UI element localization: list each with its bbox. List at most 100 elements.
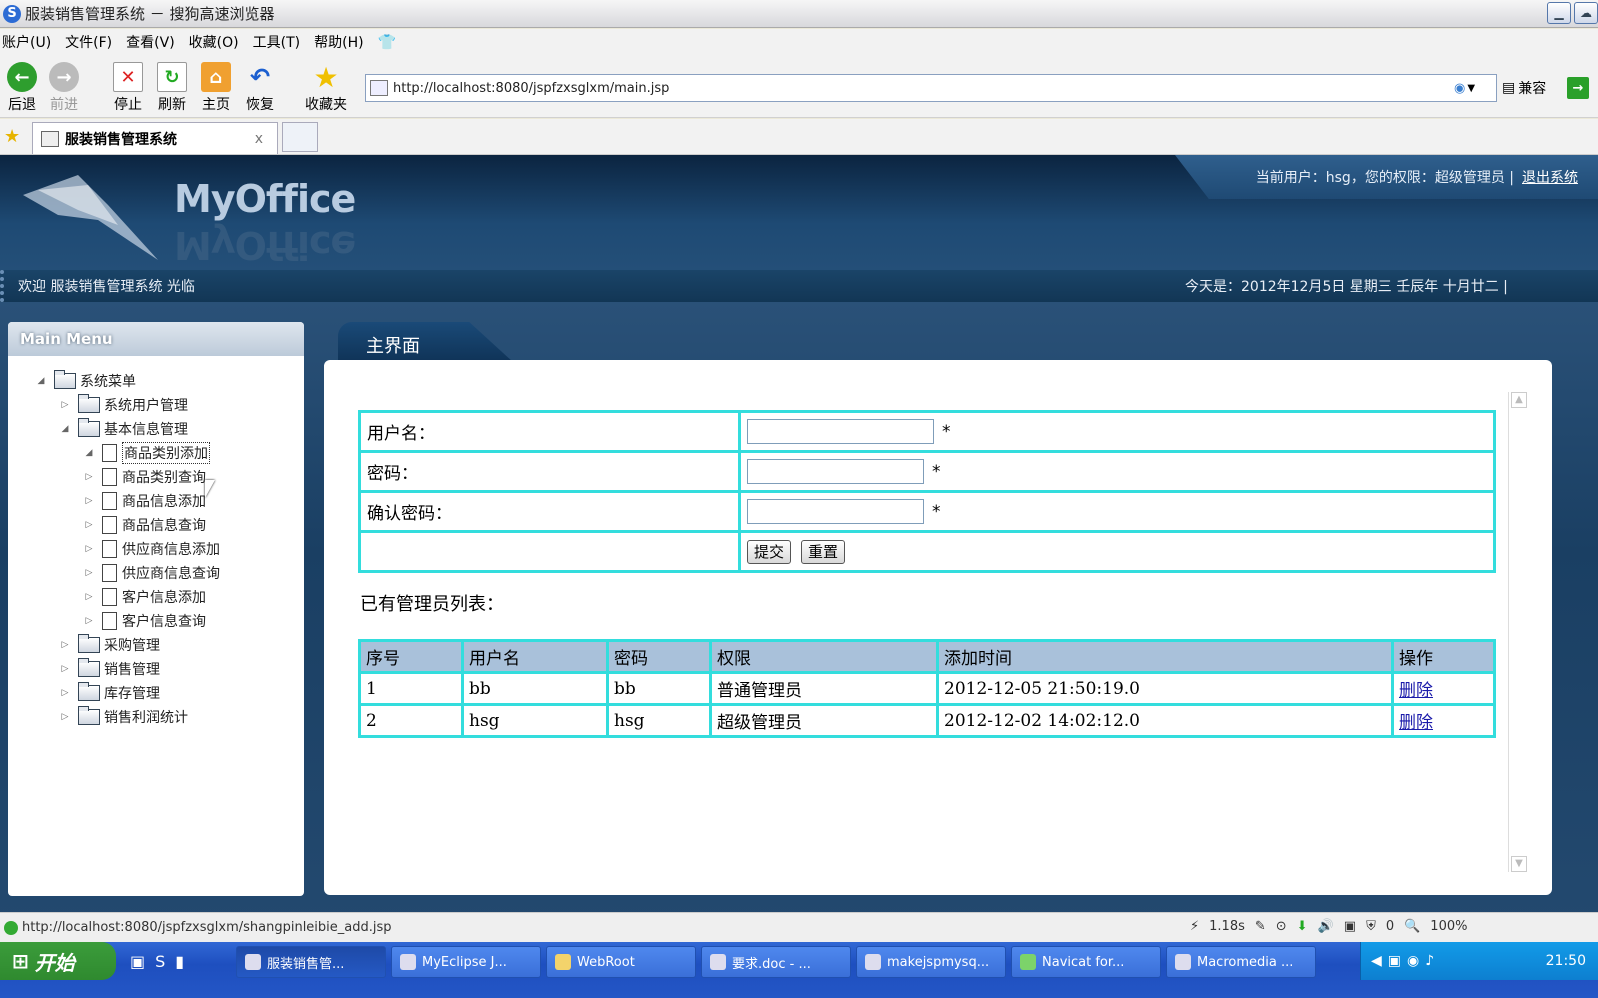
tree-item-supplier-query[interactable]: ▷ 供应商信息查询 — [82, 562, 220, 584]
content-area: Main Menu ◢ 系统菜单 ▷ 系统用户管理 ◢ 基本信息管理 ◢ 商品类别添加 … — [0, 302, 1598, 925]
tree-item-profit-stats[interactable]: ▷ 销售利润统计 — [58, 706, 188, 728]
expand-arrow-icon[interactable]: ▷ — [58, 400, 72, 410]
skin-shirt-icon[interactable]: 👕 — [378, 33, 397, 51]
collapse-arrow-icon[interactable]: ◢ — [34, 376, 48, 386]
expand-arrow-icon[interactable]: ▷ — [58, 712, 72, 722]
back-button[interactable]: ← 后退 — [0, 62, 44, 114]
go-arrow-icon[interactable]: → — [1567, 77, 1589, 99]
expand-arrow-icon[interactable]: ▷ — [58, 664, 72, 674]
volume-icon[interactable]: 🔊 — [1318, 919, 1334, 934]
refresh-button[interactable]: ↻ 刷新 — [150, 62, 194, 114]
tree-item-category-add[interactable]: ◢ 商品类别添加 — [82, 442, 210, 464]
sogou-icon[interactable]: S — [155, 952, 165, 971]
download-icon[interactable]: ⬇ — [1297, 919, 1308, 934]
tab-main[interactable]: 主界面 — [338, 322, 513, 362]
expand-arrow-icon[interactable]: ▷ — [82, 568, 96, 578]
forward-button[interactable]: → 前进 — [42, 62, 86, 114]
vertical-scrollbar[interactable]: ▲ ▼ — [1508, 392, 1528, 872]
folder-icon — [555, 954, 571, 970]
expand-arrow-icon[interactable]: ▷ — [82, 616, 96, 626]
username-input[interactable] — [747, 419, 934, 444]
tree-item-supplier-add[interactable]: ▷ 供应商信息添加 — [82, 538, 220, 560]
start-button[interactable]: ⊞ 开始 — [0, 942, 116, 980]
menu-file[interactable]: 文件(F) — [65, 32, 112, 52]
zoom-icon[interactable]: 🔍 — [1404, 919, 1420, 934]
menu-help[interactable]: 帮助(H) — [314, 32, 363, 52]
minimize-button[interactable]: ▁ — [1547, 2, 1571, 24]
password-input[interactable] — [747, 459, 924, 484]
task-ie[interactable]: makejspmysq... — [856, 946, 1006, 978]
address-dropdown[interactable]: ◉ ▼ — [1454, 78, 1494, 98]
tree-item-purchase[interactable]: ▷ 采购管理 — [58, 634, 160, 656]
collapse-arrow-icon[interactable]: ◢ — [82, 448, 96, 458]
scroll-up-icon[interactable]: ▲ — [1511, 392, 1527, 408]
tree-item-basic-info[interactable]: ◢ 基本信息管理 — [58, 418, 188, 440]
zoom-level[interactable]: 100% — [1430, 919, 1467, 934]
menu-favorites[interactable]: 收藏(O) — [189, 32, 239, 52]
tree-item-category-query[interactable]: ▷ 商品类别查询 — [82, 466, 206, 488]
col-action: 操作 — [1391, 639, 1496, 674]
expand-arrow-icon[interactable]: ▷ — [82, 496, 96, 506]
tree-item-customer-query[interactable]: ▷ 客户信息查询 — [82, 610, 206, 632]
shield-icon[interactable]: ⛨ — [1366, 919, 1376, 934]
app-icon[interactable]: ▮ — [175, 952, 184, 971]
stop-button[interactable]: ✕ 停止 — [106, 62, 150, 114]
star-icon: ★ — [313, 60, 339, 94]
task-word-doc[interactable]: 要求.doc - ... — [701, 946, 851, 978]
mouse-gesture-icon[interactable]: ⊙ — [1276, 919, 1287, 934]
expand-arrow-icon[interactable]: ▷ — [82, 592, 96, 602]
tree-item-system-users[interactable]: ▷ 系统用户管理 — [58, 394, 188, 416]
bird-logo-icon — [23, 175, 158, 260]
address-bar[interactable]: http://localhost:8080/jspfzxsglxm/main.j… — [365, 74, 1497, 102]
expand-arrow-icon[interactable]: ▷ — [58, 640, 72, 650]
required-mark: * — [942, 421, 951, 442]
expand-arrow-icon[interactable]: ▷ — [82, 472, 96, 482]
speed-icon[interactable]: ⚡ — [1190, 919, 1199, 934]
menu-account[interactable]: 账户(U) — [2, 32, 51, 52]
clock: 21:50 — [1545, 953, 1586, 969]
tree-item-customer-add[interactable]: ▷ 客户信息添加 — [82, 586, 206, 608]
tree-item-sales[interactable]: ▷ 销售管理 — [58, 658, 160, 680]
task-navicat[interactable]: Navicat for... — [1011, 946, 1161, 978]
collapse-arrow-icon[interactable]: ◢ — [58, 424, 72, 434]
reset-button[interactable]: 重置 — [801, 539, 846, 564]
document-icon — [102, 468, 117, 486]
menu-view[interactable]: 查看(V) — [126, 32, 175, 52]
submit-button[interactable]: 提交 — [747, 539, 792, 564]
menu-tools[interactable]: 工具(T) — [253, 32, 300, 52]
user-bar: 当前用户：hsg，您的权限：超级管理员 | 退出系统 — [1175, 155, 1598, 199]
home-button[interactable]: ⌂ 主页 — [194, 62, 238, 114]
expand-arrow-icon[interactable]: ▷ — [82, 520, 96, 530]
tree-item-inventory[interactable]: ▷ 库存管理 — [58, 682, 160, 704]
task-macromedia[interactable]: Macromedia ... — [1166, 946, 1316, 978]
restore-button[interactable]: ↶ 恢复 — [238, 62, 282, 114]
address-url[interactable]: http://localhost:8080/jspfzxsglxm/main.j… — [393, 81, 669, 96]
tree-root[interactable]: ◢ 系统菜单 — [34, 370, 136, 392]
browser-tab-active[interactable]: 服装销售管理系统 x — [32, 122, 278, 154]
task-myeclipse[interactable]: MyEclipse J... — [391, 946, 541, 978]
favorites-star-icon[interactable]: ★ — [4, 126, 20, 147]
confirm-password-input[interactable] — [747, 499, 924, 524]
expand-arrow-icon[interactable]: ▷ — [58, 688, 72, 698]
tree-item-product-query[interactable]: ▷ 商品信息查询 — [82, 514, 206, 536]
favorites-button[interactable]: ★ 收藏夹 — [304, 60, 348, 114]
table-header-row: 序号 用户名 密码 权限 添加时间 操作 — [358, 639, 1496, 674]
delete-link[interactable]: 删除 — [1399, 681, 1433, 701]
navicat-icon — [1020, 954, 1036, 970]
cloud-icon[interactable]: ☁ — [1574, 2, 1598, 24]
tree-item-product-add[interactable]: ▷ 商品信息添加 — [82, 490, 206, 512]
delete-link[interactable]: 删除 — [1399, 713, 1433, 733]
compat-mode-button[interactable]: ▤ 兼容 — [1502, 78, 1546, 98]
desktop-icon[interactable]: ▣ — [130, 952, 145, 971]
new-tab-button[interactable] — [282, 122, 318, 152]
expand-arrow-icon[interactable]: ▷ — [82, 544, 96, 554]
scroll-down-icon[interactable]: ▼ — [1511, 856, 1527, 872]
edit-icon[interactable]: ✎ — [1255, 919, 1266, 934]
tab-close-icon[interactable]: x — [255, 131, 263, 147]
task-webroot[interactable]: WebRoot — [546, 946, 696, 978]
screenshot-icon[interactable]: ▣ — [1344, 919, 1356, 934]
task-browser[interactable]: 服装销售管... — [236, 946, 386, 978]
welcome-text: 欢迎 服装销售管理系统 光临 — [18, 279, 195, 295]
logout-link[interactable]: 退出系统 — [1522, 167, 1578, 187]
tray-icons[interactable]: ◀▣◉♪ — [1361, 953, 1440, 969]
